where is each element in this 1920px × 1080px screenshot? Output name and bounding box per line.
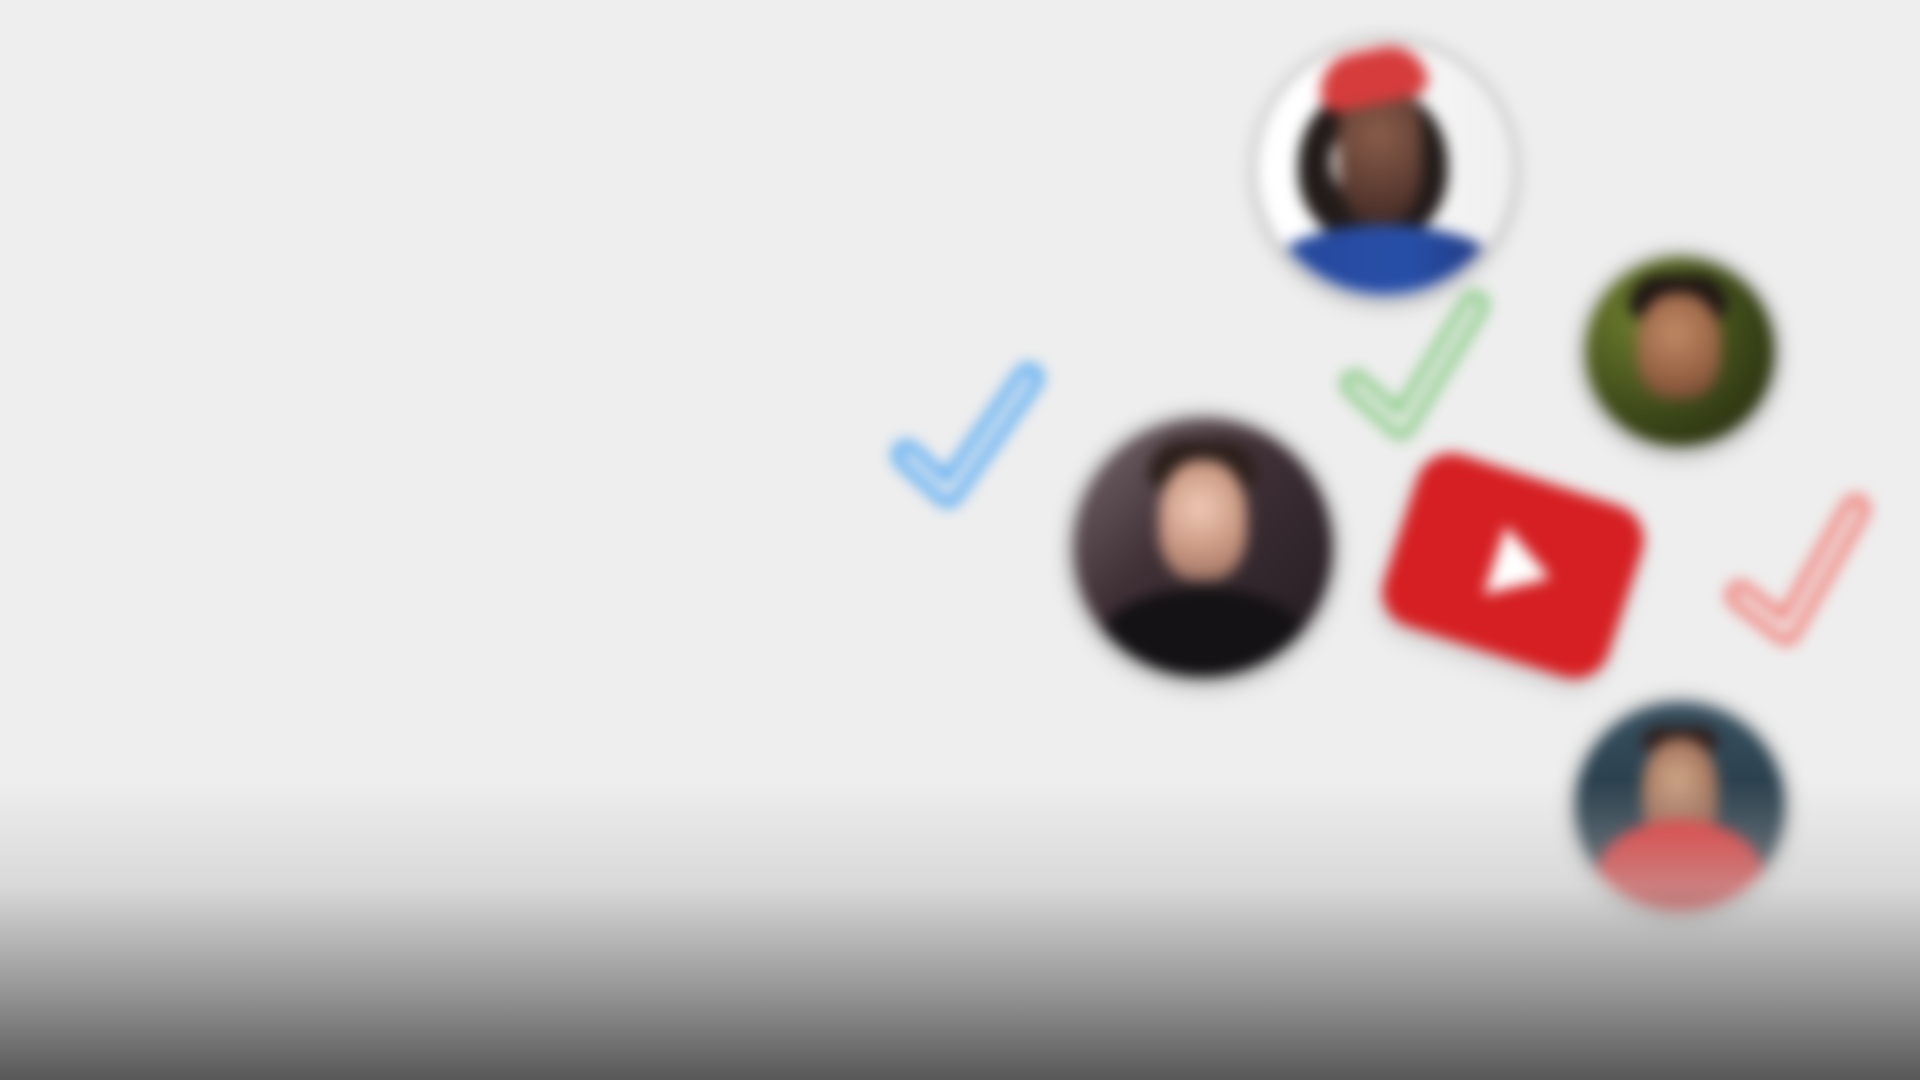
avatar-1-shirt — [1270, 225, 1500, 295]
avatar-2-face — [1637, 293, 1721, 399]
avatar-1-hair — [1298, 85, 1448, 245]
profile-avatar-2 — [1585, 257, 1775, 447]
avatar-2-hair — [1629, 275, 1727, 319]
youtube-play-icon — [1372, 443, 1654, 689]
profile-avatar-4 — [1575, 702, 1785, 912]
profile-avatar-1 — [1260, 45, 1510, 295]
avatar-3-shirt — [1101, 588, 1305, 678]
checkmark-icon-green — [1339, 289, 1490, 441]
illustration-cluster — [0, 0, 1920, 1080]
avatar-1-face — [1338, 70, 1422, 225]
avatar-4-hair — [1642, 726, 1718, 750]
avatar-3-face — [1159, 460, 1247, 580]
youtube-logo-background — [1372, 443, 1654, 689]
avatar-4-shirt — [1597, 820, 1763, 912]
bottom-gradient-overlay — [0, 780, 1920, 1080]
avatar-4-face — [1642, 738, 1718, 846]
play-triangle-icon — [1483, 525, 1562, 613]
profile-avatar-3 — [1073, 418, 1333, 678]
checkmark-icon-blue — [891, 362, 1044, 508]
blurred-landing-scene — [0, 0, 1920, 1080]
checkmark-icon-red — [1725, 493, 1871, 646]
avatar-1-cap — [1313, 45, 1431, 115]
avatar-3-hair — [1148, 440, 1256, 488]
